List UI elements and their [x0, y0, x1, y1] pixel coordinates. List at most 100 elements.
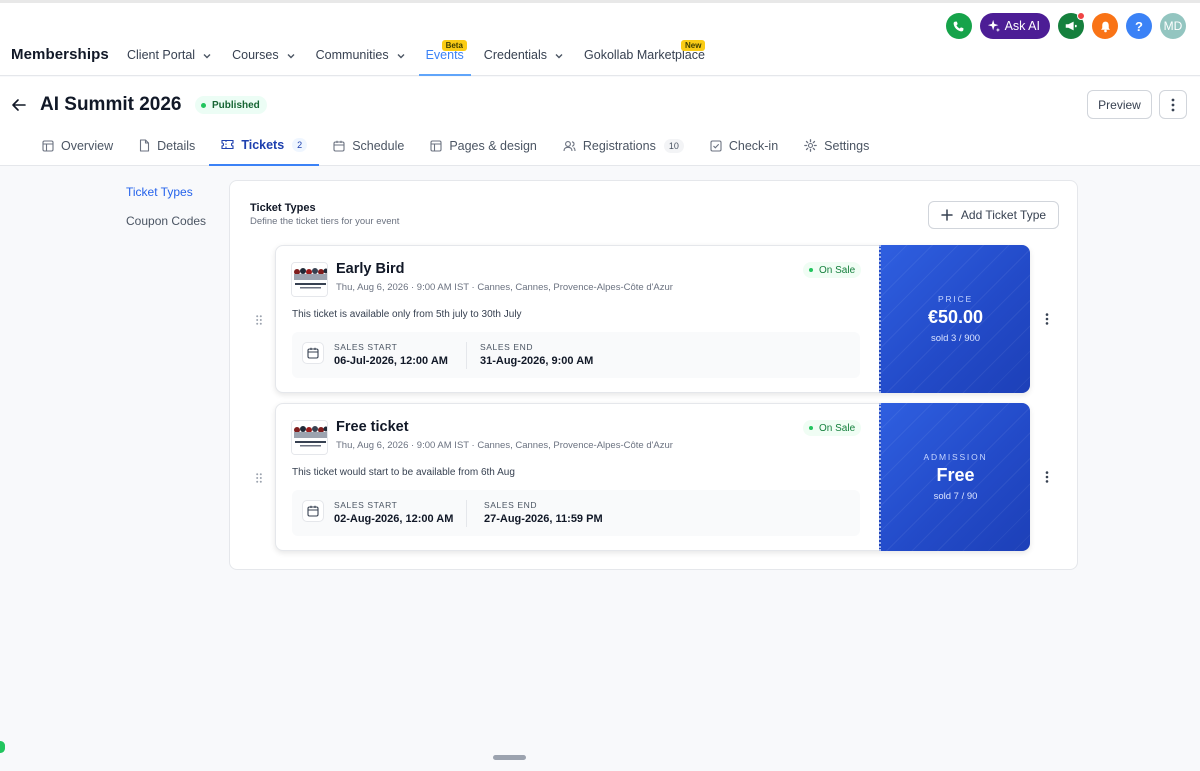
- side-item-coupon-codes[interactable]: Coupon Codes: [126, 213, 206, 242]
- more-options-button[interactable]: [1159, 90, 1187, 119]
- gear-icon: [804, 139, 818, 152]
- ticket-name: Free ticket: [336, 419, 409, 435]
- nav-events[interactable]: Beta Events: [418, 40, 471, 76]
- beta-badge: Beta: [441, 40, 467, 51]
- drag-handle-icon[interactable]: [256, 473, 262, 483]
- event-photo-icon: [292, 263, 327, 296]
- top-navigation: Memberships Client Portal Courses Commun…: [0, 0, 1200, 76]
- help-button[interactable]: ?: [1126, 13, 1152, 39]
- vertical-dots-icon: [1171, 98, 1175, 111]
- tab-tickets[interactable]: Tickets 2: [209, 125, 320, 166]
- ticket-price-stub: PRICE €50.00 sold 3 / 900: [879, 245, 1030, 393]
- status-label: Published: [212, 99, 260, 111]
- tab-label: Settings: [824, 138, 870, 153]
- calendar-badge: [302, 342, 324, 364]
- nav-communities[interactable]: Communities: [309, 41, 413, 76]
- back-arrow-icon[interactable]: [11, 97, 27, 113]
- sales-end-value: 31-Aug-2026, 9:00 AM: [480, 355, 594, 367]
- nav-marketplace[interactable]: New Gokollab Marketplace: [577, 40, 712, 76]
- on-sale-label: On Sale: [819, 264, 856, 276]
- chevron-down-icon: [555, 54, 563, 59]
- ticket-menu-icon[interactable]: [1045, 313, 1049, 325]
- add-ticket-type-button[interactable]: Add Ticket Type: [928, 201, 1059, 229]
- tab-label: Registrations: [582, 138, 656, 153]
- tab-label: Pages & design: [449, 138, 537, 153]
- checkbox-icon: [710, 139, 722, 152]
- plus-icon: [941, 209, 953, 221]
- ask-ai-label: Ask AI: [1004, 19, 1040, 33]
- sales-start-label: SALES START: [334, 342, 398, 352]
- panel-subtitle: Define the ticket tiers for your event: [250, 216, 400, 227]
- sales-end-value: 27-Aug-2026, 11:59 PM: [484, 513, 603, 525]
- drag-handle-icon[interactable]: [256, 315, 262, 325]
- layout-icon: [42, 139, 54, 152]
- on-sale-badge: On Sale: [803, 262, 862, 278]
- phone-button[interactable]: [945, 13, 972, 39]
- sales-window: SALES START 06-Jul-2026, 12:00 AM SALES …: [292, 332, 860, 378]
- scroll-indicator[interactable]: [493, 755, 526, 760]
- tab-schedule[interactable]: Schedule: [321, 125, 416, 166]
- sales-end-label: SALES END: [480, 342, 534, 352]
- chevron-down-icon: [203, 54, 211, 59]
- ticket-menu-icon[interactable]: [1045, 471, 1049, 483]
- nav-label: Communities: [315, 48, 389, 62]
- chevron-down-icon: [287, 54, 295, 59]
- users-icon: [563, 140, 576, 151]
- calendar-icon: [307, 347, 319, 359]
- side-item-ticket-types[interactable]: Ticket Types: [126, 184, 206, 213]
- status-widget[interactable]: [0, 741, 5, 753]
- on-sale-label: On Sale: [819, 422, 856, 434]
- add-ticket-type-label: Add Ticket Type: [960, 208, 1047, 222]
- avatar-initials: MD: [1163, 19, 1183, 33]
- nav-client-portal[interactable]: Client Portal: [120, 41, 219, 76]
- divider: [466, 342, 467, 369]
- notifications-button[interactable]: [1092, 13, 1118, 39]
- ticket-card-free-ticket[interactable]: Free ticket Thu, Aug 6, 2026 · 9:00 AM I…: [275, 403, 1030, 551]
- ticket-card-early-bird[interactable]: Early Bird Thu, Aug 6, 2026 · 9:00 AM IS…: [275, 245, 1030, 393]
- stub-label: PRICE: [938, 294, 973, 304]
- stub-label: ADMISSION: [923, 452, 988, 462]
- announcements-button[interactable]: [1058, 12, 1085, 39]
- preview-button[interactable]: Preview: [1087, 90, 1152, 119]
- ticket-sidemenu: Ticket Types Coupon Codes: [126, 184, 206, 242]
- ticket-meta: Thu, Aug 6, 2026 · 9:00 AM IST · Cannes,…: [336, 282, 673, 293]
- status-dot: [809, 426, 813, 430]
- notification-dot: [1077, 12, 1085, 20]
- ticket-price: €50.00: [927, 307, 984, 327]
- tab-registrations[interactable]: Registrations 10: [551, 125, 696, 166]
- tab-label: Overview: [61, 138, 114, 153]
- tab-details[interactable]: Details: [127, 125, 207, 166]
- sales-start-label: SALES START: [334, 500, 398, 510]
- tab-settings[interactable]: Settings: [792, 125, 881, 166]
- file-icon: [140, 139, 150, 152]
- tab-check-in[interactable]: Check-in: [698, 125, 790, 166]
- tab-count: 10: [663, 138, 684, 153]
- bell-icon: [1100, 21, 1110, 32]
- tab-pages-design[interactable]: Pages & design: [418, 125, 549, 166]
- top-actions: Ask AI ? MD: [938, 12, 1186, 39]
- ask-ai-button[interactable]: Ask AI: [979, 13, 1050, 39]
- user-avatar[interactable]: MD: [1160, 13, 1186, 39]
- megaphone-icon: [1065, 21, 1077, 31]
- nav-credentials[interactable]: Credentials: [477, 41, 571, 76]
- tab-label: Schedule: [352, 138, 405, 153]
- event-header: AI Summit 2026 Published Preview Overvie…: [0, 77, 1200, 166]
- new-badge: New: [681, 40, 706, 51]
- status-badge: Published: [195, 96, 267, 114]
- panel-title: Ticket Types: [250, 202, 316, 214]
- tab-overview[interactable]: Overview: [30, 125, 125, 166]
- ticket-meta: Thu, Aug 6, 2026 · 9:00 AM IST · Cannes,…: [336, 440, 673, 451]
- event-tabs: Overview Details Tickets 2 Schedule Page…: [30, 125, 883, 166]
- sold-count: sold 3 / 900: [930, 333, 981, 344]
- sales-end-label: SALES END: [484, 500, 538, 510]
- brand-title: Memberships: [11, 46, 109, 63]
- nav-courses[interactable]: Courses: [225, 41, 303, 76]
- calendar-icon: [333, 140, 345, 152]
- ticket-icon: [221, 139, 234, 150]
- calendar-badge: [302, 500, 324, 522]
- chevron-down-icon: [397, 54, 405, 59]
- help-icon: ?: [1135, 18, 1143, 34]
- phone-icon: [953, 21, 964, 31]
- layout-icon: [430, 139, 442, 152]
- sales-start-value: 06-Jul-2026, 12:00 AM: [334, 355, 448, 367]
